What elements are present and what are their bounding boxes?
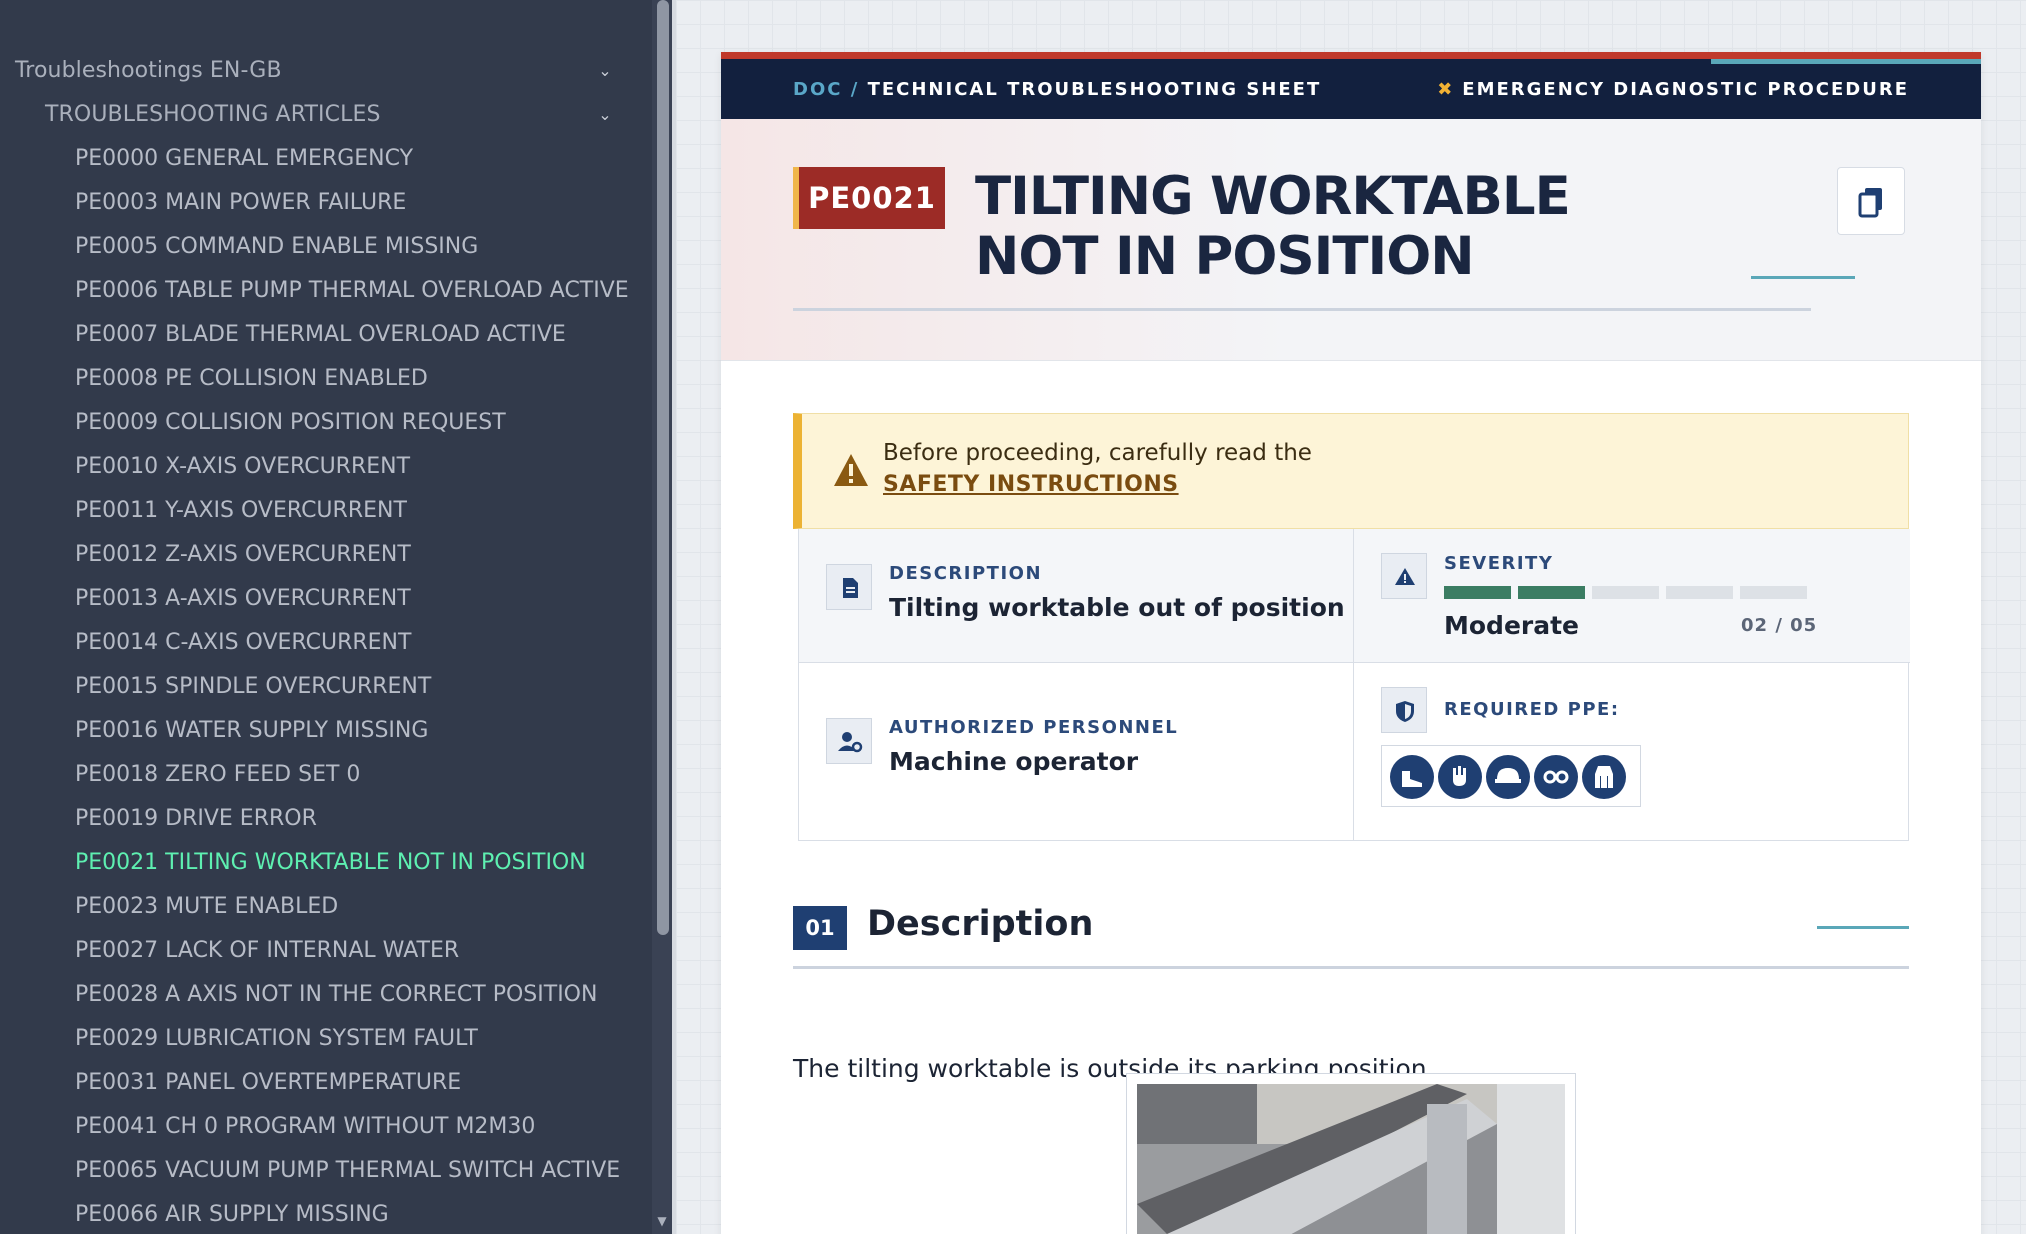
sidebar-item[interactable]: PE0009 COLLISION POSITION REQUEST <box>75 409 506 437</box>
sidebar: Troubleshootings EN-GB ⌄ TROUBLESHOOTING… <box>0 0 652 1234</box>
breadcrumb: DOC / TECHNICAL TROUBLESHOOTING SHEET <box>793 79 1321 100</box>
goggles-icon <box>1534 755 1578 799</box>
hero-divider <box>793 308 1811 311</box>
sidebar-item[interactable]: PE0005 COMMAND ENABLE MISSING <box>75 233 478 261</box>
warning-text: Before proceeding, carefully read the <box>883 440 1312 466</box>
severity-segment <box>1666 586 1733 599</box>
section-teal-accent <box>1817 926 1909 929</box>
severity-segment <box>1740 586 1807 599</box>
copy-button[interactable] <box>1837 167 1905 235</box>
description-cell: DESCRIPTION Tilting worktable out of pos… <box>799 529 1354 663</box>
sidebar-item[interactable]: PE0066 AIR SUPPLY MISSING <box>75 1201 389 1229</box>
overalls-icon <box>1582 755 1626 799</box>
personnel-value: Machine operator <box>889 747 1139 776</box>
troubleshooting-sheet: DOC / TECHNICAL TROUBLESHOOTING SHEET ✖ E… <box>721 52 1981 1234</box>
severity-cell: SEVERITY Moderate 02 / 05 <box>1354 529 1910 663</box>
sidebar-item[interactable]: PE0012 Z-AXIS OVERCURRENT <box>75 541 411 569</box>
personnel-cell: AUTHORIZED PERSONNEL Machine operator <box>799 663 1354 841</box>
alert-triangle-icon <box>1381 553 1427 599</box>
tree-group-articles[interactable]: TROUBLESHOOTING ARTICLES ⌄ <box>45 101 615 129</box>
user-gear-icon <box>826 718 872 764</box>
sidebar-item[interactable]: PE0031 PANEL OVERTEMPERATURE <box>75 1069 461 1097</box>
severity-value: Moderate <box>1444 611 1580 640</box>
sidebar-scrollbar-thumb[interactable] <box>657 0 669 935</box>
description-value: Tilting worktable out of position <box>889 593 1345 622</box>
section-divider <box>793 966 1909 969</box>
sidebar-item[interactable]: PE0065 VACUUM PUMP THERMAL SWITCH ACTIVE <box>75 1157 620 1185</box>
sidebar-item[interactable]: PE0010 X-AXIS OVERCURRENT <box>75 453 410 481</box>
safety-boots-icon <box>1390 755 1434 799</box>
gloves-icon <box>1438 755 1482 799</box>
sidebar-item[interactable]: PE0000 GENERAL EMERGENCY <box>75 145 413 173</box>
top-accent-teal <box>1711 59 1981 64</box>
sidebar-item[interactable]: PE0015 SPINDLE OVERCURRENT <box>75 673 431 701</box>
procedure-label: EMERGENCY DIAGNOSTIC PROCEDURE <box>1462 79 1909 100</box>
breadcrumb-current: TECHNICAL TROUBLESHOOTING SHEET <box>867 79 1322 100</box>
hard-hat-icon <box>1486 755 1530 799</box>
severity-count: 02 / 05 <box>1741 615 1818 636</box>
sidebar-item[interactable]: PE0019 DRIVE ERROR <box>75 805 317 833</box>
copy-icon <box>1858 188 1882 218</box>
doc-header-bar: DOC / TECHNICAL TROUBLESHOOTING SHEET ✖ E… <box>721 59 1981 119</box>
severity-label: SEVERITY <box>1444 553 1554 574</box>
sidebar-item[interactable]: PE0008 PE COLLISION ENABLED <box>75 365 428 393</box>
scroll-down-arrow-icon[interactable]: ▼ <box>655 1214 669 1228</box>
sidebar-item[interactable]: PE0027 LACK OF INTERNAL WATER <box>75 937 459 965</box>
section-number: 01 <box>793 906 847 950</box>
description-label: DESCRIPTION <box>889 563 1043 584</box>
machine-photo-frame[interactable] <box>1126 1073 1576 1234</box>
document-icon <box>826 564 872 610</box>
tree-group-label: TROUBLESHOOTING ARTICLES <box>45 102 381 127</box>
warning-icon <box>834 454 868 486</box>
chevron-down-icon[interactable]: ⌄ <box>595 57 615 85</box>
sidebar-item[interactable]: PE0028 A AXIS NOT IN THE CORRECT POSITIO… <box>75 981 597 1009</box>
sidebar-item-active[interactable]: PE0021 TILTING WORKTABLE NOT IN POSITION <box>75 849 586 877</box>
procedure-tag: ✖ EMERGENCY DIAGNOSTIC PROCEDURE <box>1437 79 1909 100</box>
main-content: DOC / TECHNICAL TROUBLESHOOTING SHEET ✖ E… <box>676 0 2026 1234</box>
ppe-cell: REQUIRED PPE: <box>1354 663 1910 841</box>
shield-icon <box>1381 687 1427 733</box>
tree-root-troubleshootings[interactable]: Troubleshootings EN-GB ⌄ <box>15 57 615 85</box>
breadcrumb-doc[interactable]: DOC / <box>793 79 859 100</box>
sidebar-item[interactable]: PE0003 MAIN POWER FAILURE <box>75 189 406 217</box>
sidebar-item[interactable]: PE0041 CH 0 PROGRAM WITHOUT M2M30 <box>75 1113 535 1141</box>
sidebar-item[interactable]: PE0007 BLADE THERMAL OVERLOAD ACTIVE <box>75 321 566 349</box>
sidebar-item[interactable]: PE0013 A-AXIS OVERCURRENT <box>75 585 411 613</box>
safety-warning: Before proceeding, carefully read the SA… <box>793 413 1909 529</box>
chevron-down-icon[interactable]: ⌄ <box>595 101 615 129</box>
sidebar-item[interactable]: PE0023 MUTE ENABLED <box>75 893 338 921</box>
hero-header: PE0021 TILTING WORKTABLE NOT IN POSITION <box>721 119 1981 361</box>
personnel-label: AUTHORIZED PERSONNEL <box>889 717 1179 738</box>
sidebar-item[interactable]: PE0011 Y-AXIS OVERCURRENT <box>75 497 407 525</box>
tree-root-label: Troubleshootings EN-GB <box>15 58 282 83</box>
section-title: Description <box>867 904 1094 944</box>
page-title: TILTING WORKTABLE NOT IN POSITION <box>975 166 1571 287</box>
info-grid: DESCRIPTION Tilting worktable out of pos… <box>798 529 1910 841</box>
hero-teal-accent <box>1751 276 1855 279</box>
severity-segment <box>1592 586 1659 599</box>
error-code-badge: PE0021 <box>793 167 945 229</box>
severity-segment <box>1518 586 1585 599</box>
sidebar-item[interactable]: PE0006 TABLE PUMP THERMAL OVERLOAD ACTIV… <box>75 277 629 305</box>
tools-icon: ✖ <box>1437 79 1455 100</box>
top-accent-bar <box>721 52 1981 59</box>
sidebar-item[interactable]: PE0029 LUBRICATION SYSTEM FAULT <box>75 1025 478 1053</box>
sidebar-item[interactable]: PE0018 ZERO FEED SET 0 <box>75 761 360 789</box>
ppe-icons-box <box>1381 745 1641 807</box>
machine-photo[interactable] <box>1137 1084 1565 1234</box>
severity-segment <box>1444 586 1511 599</box>
sidebar-item[interactable]: PE0014 C-AXIS OVERCURRENT <box>75 629 411 657</box>
safety-instructions-link[interactable]: SAFETY INSTRUCTIONS <box>883 472 1179 497</box>
ppe-label: REQUIRED PPE: <box>1444 699 1620 720</box>
sidebar-item[interactable]: PE0016 WATER SUPPLY MISSING <box>75 717 428 745</box>
